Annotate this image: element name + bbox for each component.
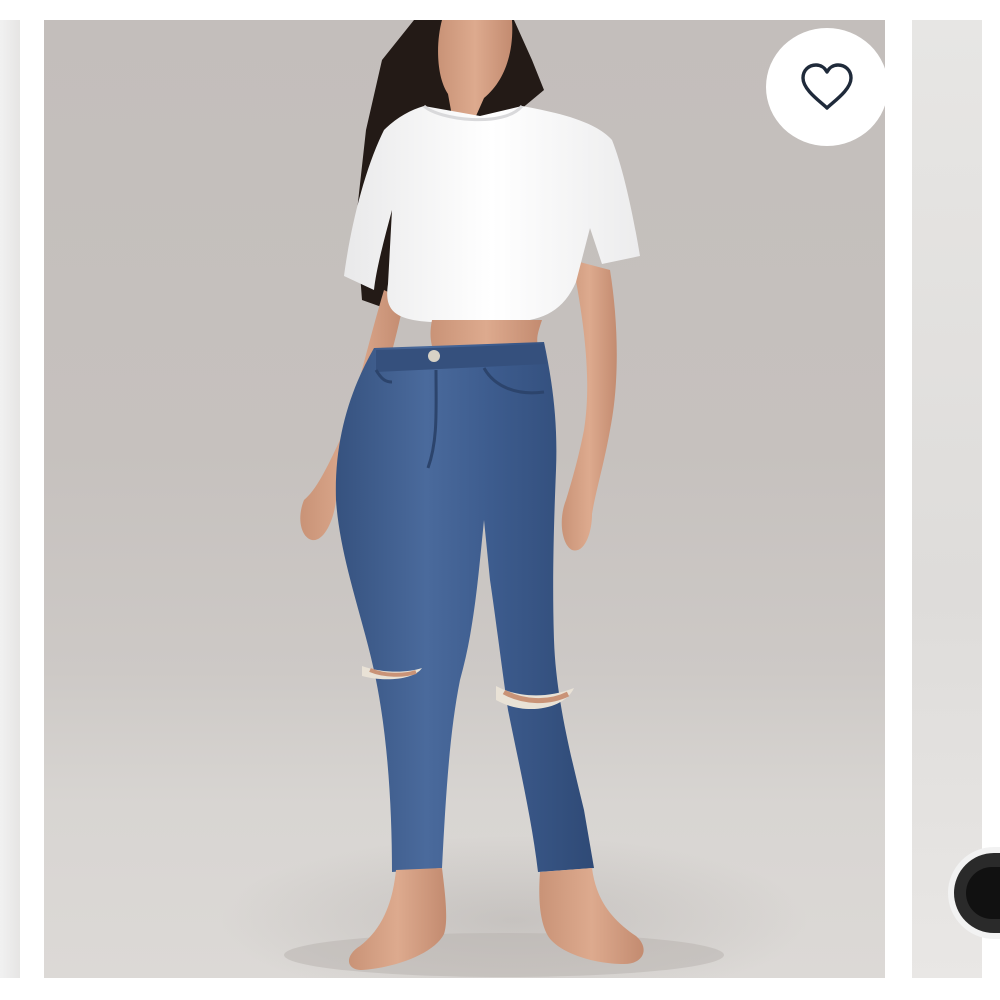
previous-carousel-card[interactable] xyxy=(0,20,20,978)
next-carousel-card[interactable] xyxy=(912,20,982,978)
product-photo[interactable] xyxy=(44,20,885,978)
favorite-button[interactable] xyxy=(766,28,885,146)
jeans-button xyxy=(428,350,440,362)
model-photo-illustration xyxy=(284,20,724,977)
floor-shadow xyxy=(284,933,724,977)
right-arm xyxy=(561,260,617,551)
blue-jeans xyxy=(335,342,594,872)
heart-icon xyxy=(801,63,853,110)
product-gallery-page xyxy=(0,0,1000,1000)
midriff xyxy=(430,320,542,346)
circle-control-inner xyxy=(966,867,1000,919)
